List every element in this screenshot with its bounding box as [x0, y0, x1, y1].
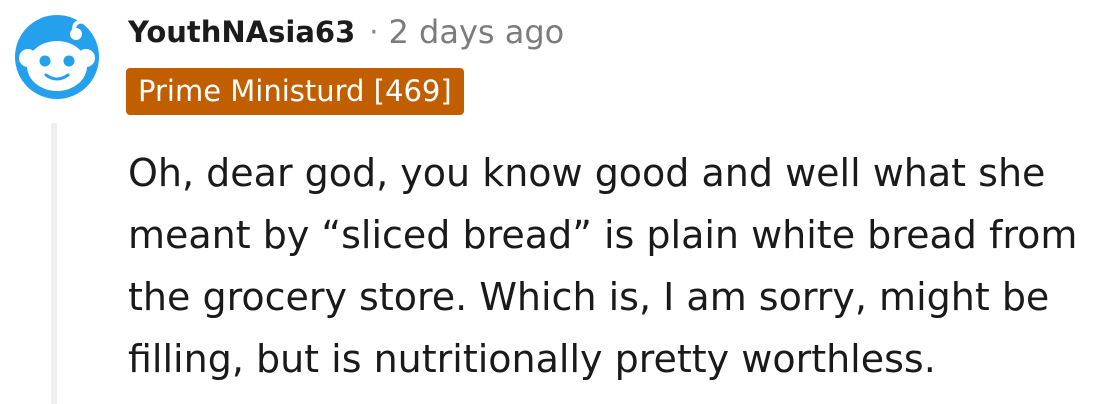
snoo-icon	[15, 15, 99, 99]
comment: YouthNAsia63 · 2 days ago Prime Ministur…	[0, 0, 1115, 404]
comment-body: Oh, dear god, you know good and well wha…	[128, 151, 1078, 381]
timestamp-link[interactable]: 2 days ago	[388, 13, 564, 51]
username-link[interactable]: YouthNAsia63	[128, 15, 355, 49]
thread-collapse-line[interactable]	[51, 123, 57, 404]
meta-separator: ·	[369, 15, 379, 49]
user-flair-badge: Prime Ministurd [469]	[126, 68, 464, 115]
comment-header: YouthNAsia63 · 2 days ago	[128, 10, 564, 54]
user-avatar-icon[interactable]	[14, 14, 100, 100]
